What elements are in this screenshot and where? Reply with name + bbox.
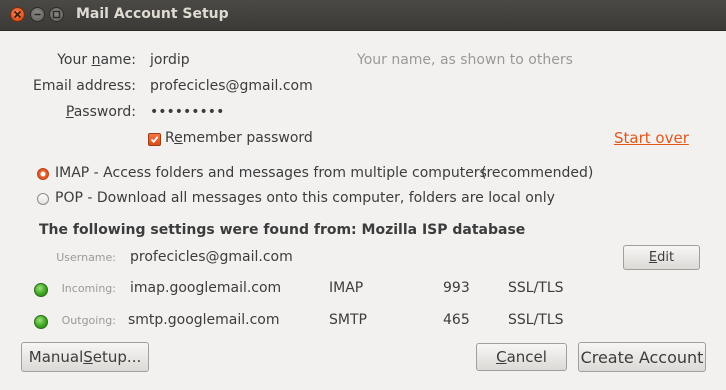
remember-label-text: R bbox=[165, 130, 175, 146]
incoming-port: 993 bbox=[443, 280, 470, 296]
cancel-button[interactable]: Cancel bbox=[476, 343, 567, 371]
imap-label[interactable]: IMAP - Access folders and messages from … bbox=[55, 165, 487, 181]
name-label-rest: ame: bbox=[100, 52, 136, 68]
imap-recommended: (recommended) bbox=[481, 165, 594, 181]
incoming-label: Incoming: bbox=[61, 282, 116, 295]
minimize-window-button[interactable] bbox=[30, 7, 45, 22]
manual-setup-label-rest: etup... bbox=[92, 348, 142, 366]
edit-label-rest: dit bbox=[657, 250, 675, 265]
name-field[interactable]: jordip bbox=[150, 52, 190, 68]
checkmark-icon bbox=[150, 136, 159, 144]
outgoing-server: smtp.googlemail.com bbox=[128, 312, 280, 328]
incoming-security: SSL/TLS bbox=[508, 280, 564, 296]
email-label: Email address: bbox=[32, 78, 136, 94]
cancel-label-rest: ancel bbox=[506, 348, 547, 366]
outgoing-label: Outgoing: bbox=[61, 314, 116, 327]
email-field[interactable]: profecicles@gmail.com bbox=[150, 78, 313, 94]
name-hint: Your name, as shown to others bbox=[357, 52, 573, 68]
remember-label-rest: member password bbox=[182, 130, 313, 146]
username-value: profecicles@gmail.com bbox=[130, 249, 293, 265]
title-bar: Mail Account Setup bbox=[0, 0, 726, 31]
maximize-window-button[interactable] bbox=[49, 7, 64, 22]
password-label: Password: bbox=[20, 104, 136, 120]
start-over-link[interactable]: Start over bbox=[614, 129, 689, 147]
remember-password-checkbox[interactable] bbox=[148, 133, 161, 146]
incoming-protocol: IMAP bbox=[329, 280, 364, 296]
minimize-icon bbox=[34, 13, 41, 16]
pop-label[interactable]: POP - Download all messages onto this co… bbox=[55, 190, 555, 206]
cancel-mnemonic: C bbox=[496, 348, 507, 366]
manual-setup-label: Manual bbox=[28, 348, 84, 366]
window-title: Mail Account Setup bbox=[76, 6, 229, 22]
name-label: Your name: bbox=[20, 52, 136, 68]
maximize-icon bbox=[52, 10, 61, 19]
close-window-button[interactable] bbox=[10, 7, 25, 22]
username-label: Username: bbox=[56, 251, 116, 264]
password-label-rest: assword: bbox=[73, 104, 136, 120]
imap-radio[interactable] bbox=[37, 168, 49, 180]
settings-heading: The following settings were found from: … bbox=[39, 222, 526, 238]
outgoing-protocol: SMTP bbox=[329, 312, 367, 328]
dialog-content: Your name: jordip Your name, as shown to… bbox=[0, 31, 726, 390]
edit-mnemonic: E bbox=[648, 250, 658, 265]
outgoing-port: 465 bbox=[443, 312, 470, 328]
remember-password-label[interactable]: Remember password bbox=[165, 130, 313, 146]
password-field[interactable]: ••••••••• bbox=[150, 104, 224, 120]
manual-setup-button[interactable]: Manual Setup... bbox=[21, 342, 149, 372]
edit-button[interactable]: Edit bbox=[623, 245, 700, 270]
remember-label-mnemonic: e bbox=[174, 130, 183, 146]
create-account-button[interactable]: Create Account bbox=[578, 342, 706, 372]
pop-radio[interactable] bbox=[37, 193, 49, 205]
close-icon bbox=[13, 10, 22, 19]
name-label-text: Your bbox=[57, 52, 92, 68]
manual-setup-mnemonic: S bbox=[83, 348, 93, 366]
outgoing-security: SSL/TLS bbox=[508, 312, 564, 328]
password-label-mnemonic: P bbox=[65, 104, 74, 120]
incoming-server: imap.googlemail.com bbox=[130, 280, 282, 296]
